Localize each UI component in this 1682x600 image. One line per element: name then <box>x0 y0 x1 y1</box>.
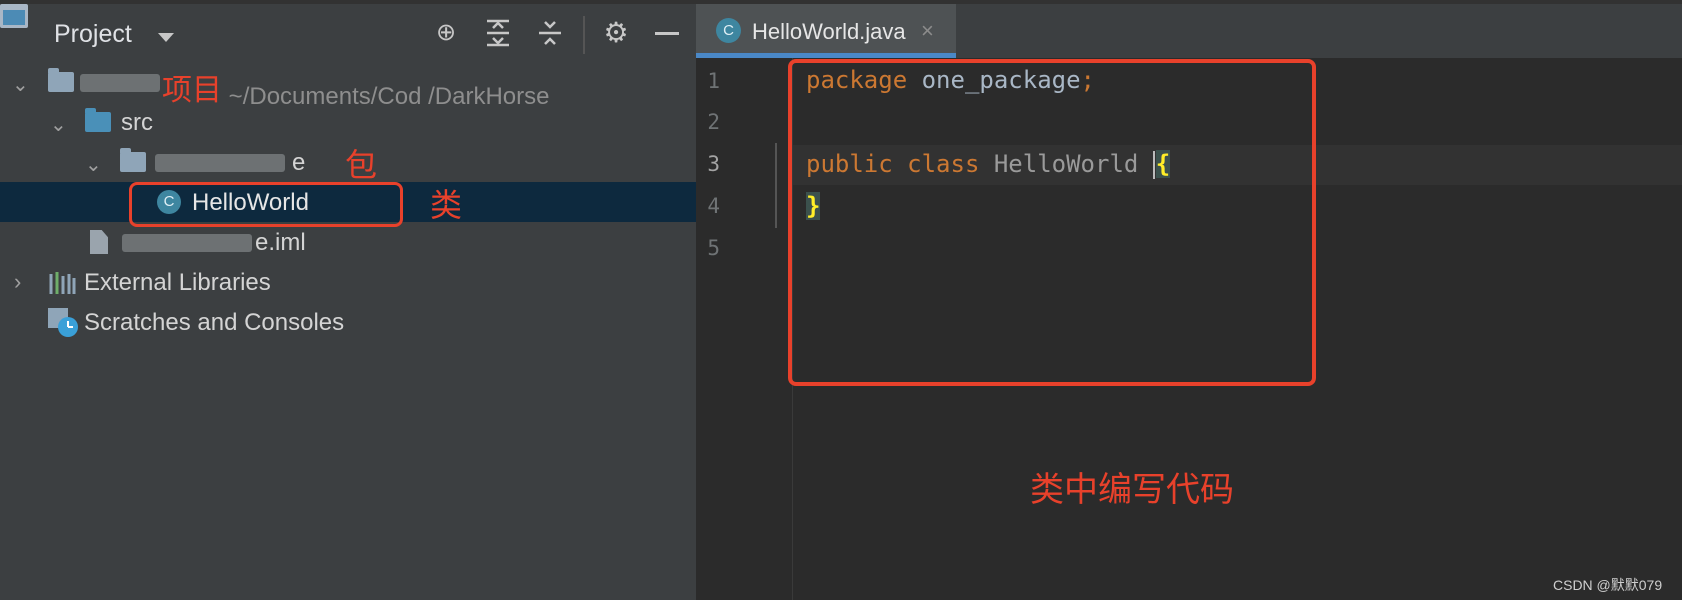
chevron-right-icon[interactable]: › <box>14 269 21 295</box>
tree-row-scratches[interactable]: Scratches and Consoles <box>0 302 696 342</box>
tab-label: HelloWorld.java <box>752 19 906 44</box>
folder-icon <box>48 68 74 92</box>
annotation-class: 类 <box>430 187 463 223</box>
toolbar-divider <box>583 16 585 54</box>
expand-all-icon[interactable] <box>483 18 513 48</box>
tree-label-package: e <box>292 149 306 176</box>
highlight-box-code <box>788 59 1316 386</box>
collapse-all-icon[interactable] <box>535 18 565 48</box>
package-icon <box>120 148 146 172</box>
highlight-box-class <box>129 182 403 227</box>
tree-row-package[interactable]: ⌄ e 包 <box>0 142 696 183</box>
tree-label-src: src <box>121 109 153 136</box>
tree-row-project[interactable]: ⌄ 项目 ~/Documents/Cod /DarkHorse <box>0 62 696 110</box>
fold-marker-line <box>775 143 777 228</box>
tree-label-module-file: e.iml <box>255 229 306 256</box>
project-panel: Project ⊕ ⚙ ⌄ 项目 ~/Documents/Cod /DarkHo… <box>0 0 696 600</box>
redacted-text <box>80 74 160 92</box>
libraries-icon <box>48 272 76 294</box>
redacted-text <box>122 234 252 252</box>
line-number: 3 <box>707 152 720 176</box>
watermark: CSDN @默默079 <box>1553 577 1663 593</box>
hide-panel-icon[interactable] <box>652 18 682 48</box>
chevron-down-icon[interactable]: ⌄ <box>85 152 102 177</box>
tree-row-src[interactable]: ⌄ src <box>0 102 696 142</box>
annotation-package: 包 <box>345 147 378 183</box>
editor-tab-bar: C HelloWorld.java × <box>696 0 1682 58</box>
close-icon[interactable]: × <box>921 18 934 44</box>
chevron-down-icon[interactable] <box>158 33 174 42</box>
tree-row-module-file[interactable]: e.iml <box>0 222 696 262</box>
line-number: 5 <box>707 236 720 260</box>
project-view-title[interactable]: Project <box>54 20 132 49</box>
tree-label-scratches: Scratches and Consoles <box>84 309 345 336</box>
tree-label-external-libraries: External Libraries <box>84 269 271 296</box>
gear-icon[interactable]: ⚙ <box>601 18 631 48</box>
project-toolbar: Project ⊕ ⚙ <box>0 0 696 62</box>
redacted-text <box>155 154 285 172</box>
chevron-down-icon[interactable]: ⌄ <box>50 112 67 137</box>
annotation-code: 类中编写代码 <box>1030 471 1234 509</box>
chevron-down-icon[interactable]: ⌄ <box>12 72 29 97</box>
source-folder-icon <box>85 108 111 132</box>
module-file-icon <box>90 230 108 254</box>
locate-file-icon[interactable]: ⊕ <box>431 18 461 48</box>
line-number: 2 <box>707 110 720 134</box>
scratches-icon <box>48 308 80 338</box>
class-icon: C <box>716 18 741 43</box>
line-number-gutter: 1 2 3 4 5 <box>696 58 792 600</box>
tab-helloworld-java[interactable]: C HelloWorld.java × <box>696 4 956 58</box>
line-number: 1 <box>707 69 720 93</box>
project-window-icon[interactable] <box>0 4 28 28</box>
tree-row-external-libraries[interactable]: › External Libraries <box>0 262 696 302</box>
line-number: 4 <box>707 194 720 218</box>
